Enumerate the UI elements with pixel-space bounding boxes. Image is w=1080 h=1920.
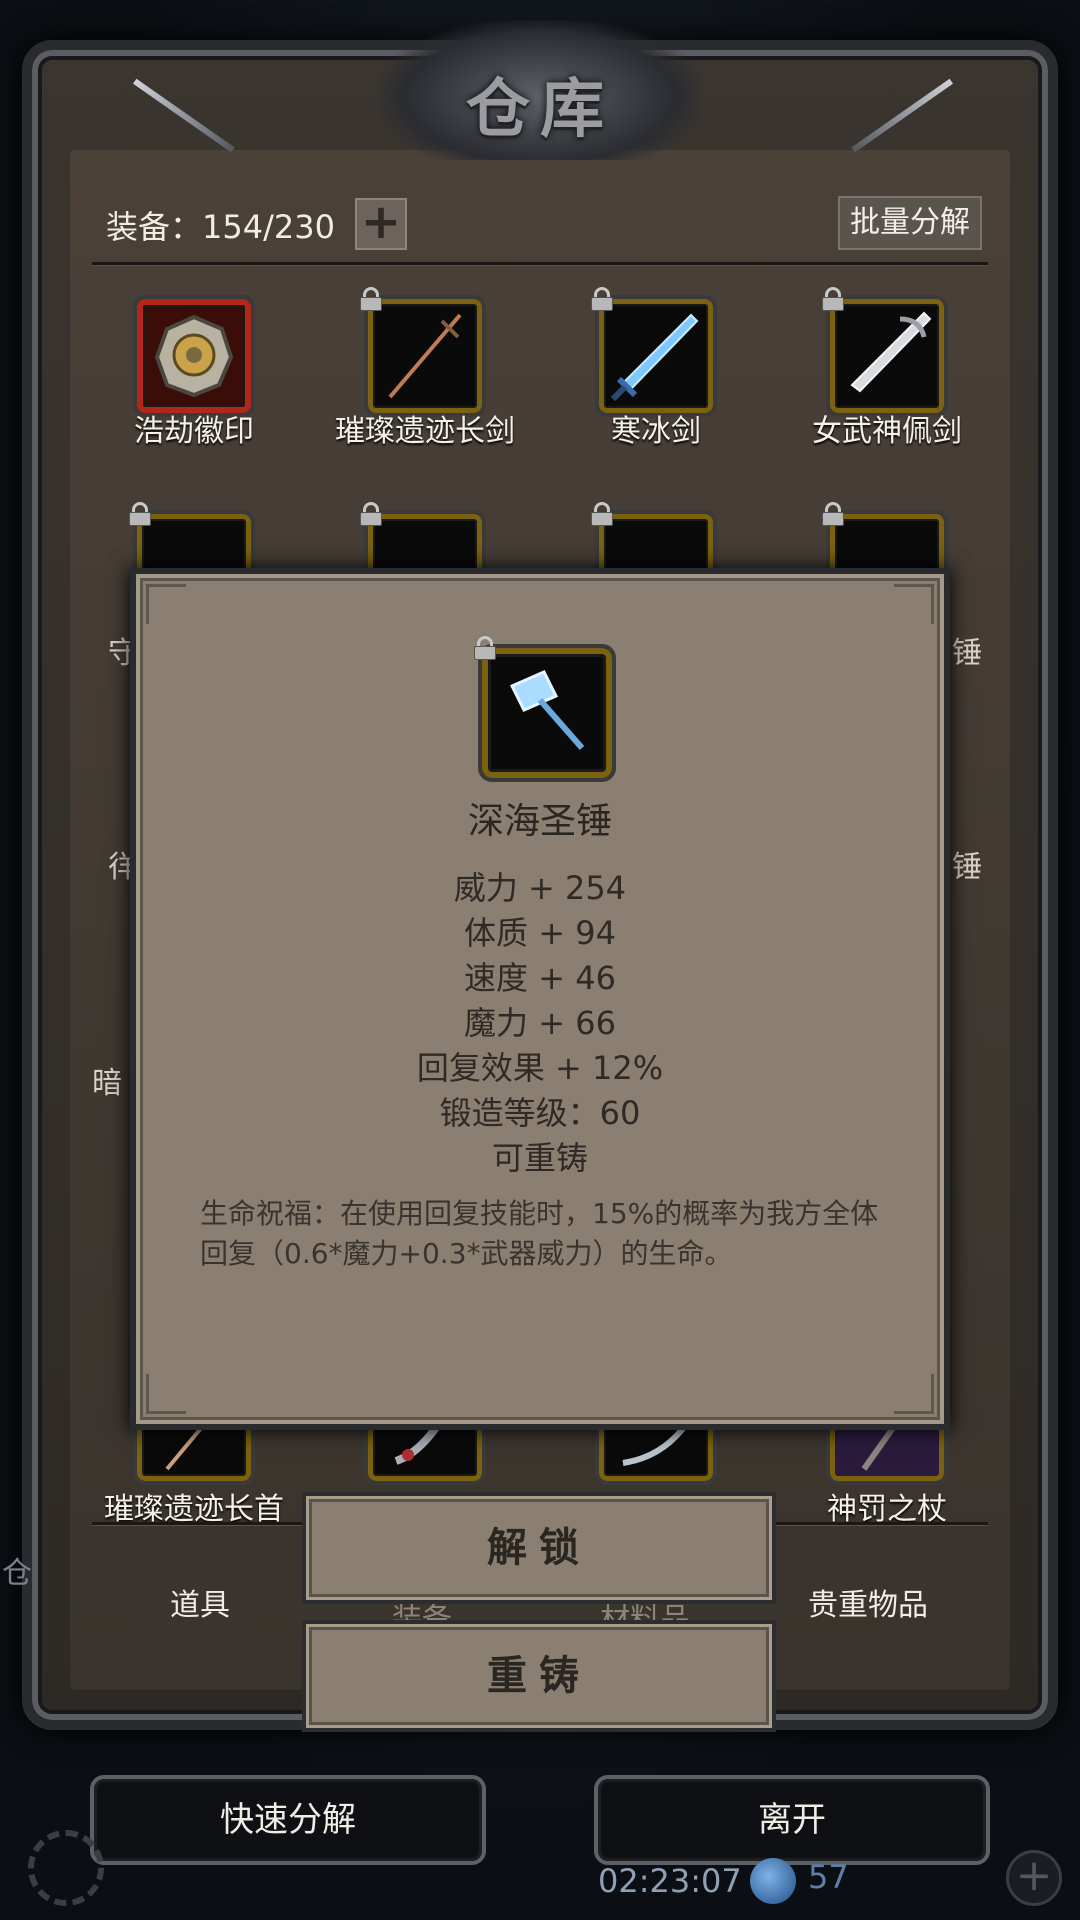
lock-icon: [820, 287, 846, 311]
item-name-partial: 锤: [952, 636, 982, 671]
lock-icon: [589, 502, 615, 526]
popup-corner: [146, 584, 186, 624]
add-gems-button[interactable]: +: [1006, 1850, 1062, 1906]
stat-speed: 速度 + 46: [464, 959, 616, 997]
reforge-button[interactable]: 重铸: [302, 1620, 776, 1732]
item-name: 深海圣锤: [467, 801, 612, 842]
stat-forge-level: 锻造等级：60: [439, 1094, 641, 1132]
stat-power: 威力 + 254: [453, 869, 627, 907]
valkyrie-sword-icon: [850, 311, 932, 393]
quick-decompose-button[interactable]: 快速分解: [90, 1775, 486, 1865]
stat-magic: 魔力 + 66: [464, 1004, 616, 1042]
hammer-icon: [509, 670, 585, 750]
item-description: 生命祝福：在使用回复技能时，15%的概率为我方全体回复（0.6*魔力+0.3*武…: [200, 1197, 879, 1270]
lock-icon: [358, 502, 384, 526]
gem-icon: [750, 1858, 796, 1904]
item-detail-popup: 深海圣锤 威力 + 254 体质 + 94 速度 + 46 魔力 + 66 回复…: [130, 568, 950, 1430]
longsword-icon: [388, 313, 462, 399]
item-name: 寒冰剑: [611, 414, 701, 449]
page-title: 仓库: [466, 72, 614, 147]
stat-constitution: 体质 + 94: [464, 914, 616, 952]
batch-decompose-button[interactable]: 批量分解: [838, 196, 982, 250]
equipment-count: 装备：154/230: [106, 208, 335, 246]
expand-capacity-button[interactable]: +: [355, 198, 407, 250]
stat-recovery: 回复效果 + 12%: [416, 1049, 664, 1087]
item-stats: 威力 + 254 体质 + 94 速度 + 46 魔力 + 66 回复效果 + …: [136, 866, 944, 1181]
item-slot[interactable]: [360, 287, 486, 417]
divider: [92, 262, 988, 265]
stat-reforgeable: 可重铸: [491, 1139, 588, 1177]
tab-props[interactable]: 道具: [170, 1580, 230, 1624]
popup-corner: [146, 1374, 186, 1414]
lock-icon: [127, 502, 153, 526]
gear-icon[interactable]: [28, 1830, 104, 1906]
item-name: 女武神佩剑: [812, 414, 962, 449]
leave-button[interactable]: 离开: [594, 1775, 990, 1865]
item-slot[interactable]: [822, 287, 948, 417]
game-clock: 02:23:07: [598, 1862, 742, 1900]
lock-icon: [358, 287, 384, 311]
side-label: 仓: [2, 1556, 32, 1591]
lock-icon: [589, 287, 615, 311]
emblem-icon: [154, 314, 234, 398]
item-slot[interactable]: [591, 287, 717, 417]
lock-icon: [820, 502, 846, 526]
gem-count: 57: [808, 1858, 849, 1896]
tab-valuables[interactable]: 贵重物品: [808, 1580, 928, 1624]
lock-icon: [472, 636, 498, 660]
popup-corner: [894, 584, 934, 624]
ice-sword-icon: [610, 313, 699, 402]
item-name-partial: 锤: [952, 850, 982, 885]
item-slot[interactable]: [133, 295, 255, 417]
popup-corner: [894, 1374, 934, 1414]
item-name: 璀璨遗迹长剑: [335, 414, 515, 449]
item-name-partial: 暗: [92, 1066, 122, 1101]
unlock-button[interactable]: 解锁: [302, 1492, 776, 1604]
item-icon-slot: [474, 636, 616, 782]
item-name: 浩劫徽印: [134, 414, 254, 449]
